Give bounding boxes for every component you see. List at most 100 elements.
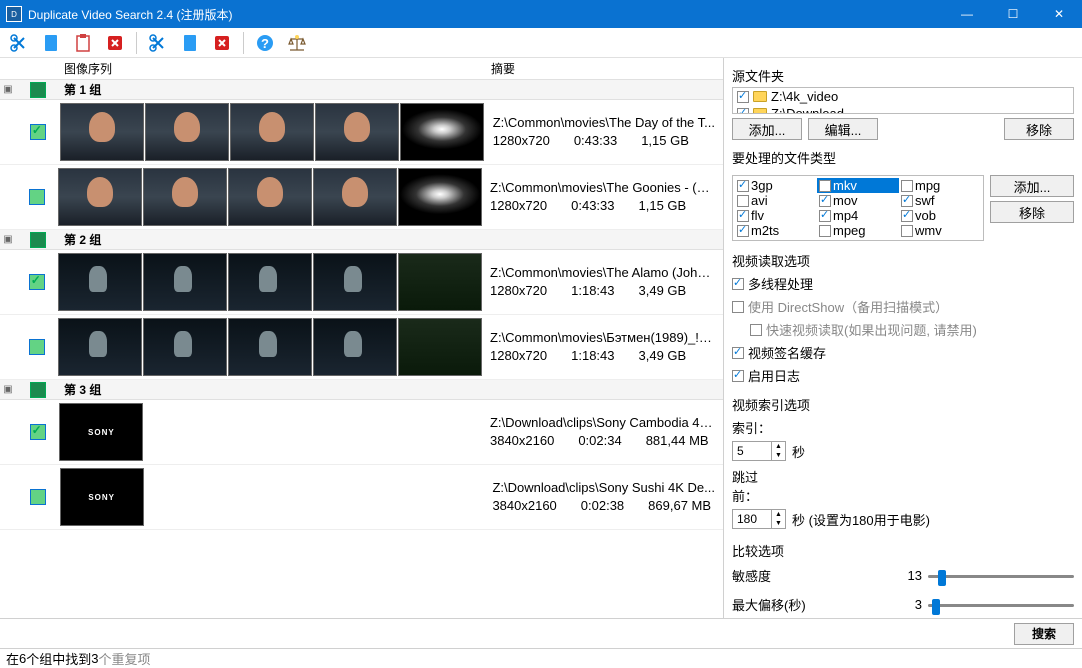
group-checkbox[interactable] xyxy=(30,82,46,98)
delete-icon[interactable] xyxy=(102,30,128,56)
result-row[interactable]: Z:\Common\movies\Бэтмен(1989)_!!!...1280… xyxy=(0,315,723,380)
item-checkbox[interactable] xyxy=(29,274,45,290)
fastread-checkbox xyxy=(750,324,762,336)
result-row[interactable]: SONYZ:\Download\clips\Sony Cambodia 4K .… xyxy=(0,400,723,465)
item-checkbox[interactable] xyxy=(29,189,45,205)
filetype-option[interactable]: mpeg xyxy=(817,223,899,238)
filetype-checkbox[interactable] xyxy=(819,225,831,237)
filetype-checkbox[interactable] xyxy=(819,195,831,207)
maximize-button[interactable]: ☐ xyxy=(990,0,1036,28)
collapse-icon[interactable]: ▣ xyxy=(0,84,16,95)
toolbar-separator xyxy=(136,32,137,54)
enablelog-checkbox[interactable] xyxy=(732,370,744,382)
thumbnails xyxy=(58,315,482,379)
filetype-option[interactable]: mkv xyxy=(817,178,899,193)
folders-list[interactable]: Z:\4k_videoZ:\DownloadZ:\Common\movies xyxy=(732,87,1074,114)
filetype-checkbox[interactable] xyxy=(901,225,913,237)
sigcache-checkbox[interactable] xyxy=(732,347,744,359)
result-row[interactable]: Z:\Common\movies\The Day of the T...1280… xyxy=(0,100,723,165)
filetype-option[interactable]: flv xyxy=(735,208,817,223)
multithread-checkbox[interactable] xyxy=(732,278,744,290)
filetype-option[interactable]: avi xyxy=(735,193,817,208)
item-summary: Z:\Download\clips\Sony Sushi 4K De...384… xyxy=(484,475,723,519)
clipboard-icon[interactable] xyxy=(70,30,96,56)
group-label: 第 1 组 xyxy=(60,81,101,98)
filetype-checkbox[interactable] xyxy=(737,195,749,207)
thumbnails xyxy=(58,250,482,314)
read-options-label: 视频读取选项 xyxy=(732,251,1074,270)
item-summary: Z:\Common\movies\The Day of the T...1280… xyxy=(485,110,723,154)
folder-checkbox[interactable] xyxy=(737,91,749,103)
filetype-option[interactable]: 3gp xyxy=(735,178,817,193)
filetype-checkbox[interactable] xyxy=(901,195,913,207)
minimize-button[interactable]: — xyxy=(944,0,990,28)
remove-type-button[interactable]: 移除 xyxy=(990,201,1074,223)
item-checkbox[interactable] xyxy=(30,424,46,440)
filetype-checkbox[interactable] xyxy=(737,180,749,192)
result-row[interactable]: Z:\Common\movies\The Goonies - (O...1280… xyxy=(0,165,723,230)
thumbnails xyxy=(58,165,482,229)
folder-icon xyxy=(753,108,767,114)
filetype-checkbox[interactable] xyxy=(737,210,749,222)
file-types-box[interactable]: 3gpmkvmpg avimovswf flvmp4vob m2tsmpegwmv xyxy=(732,175,984,241)
page-icon[interactable] xyxy=(38,30,64,56)
header-summary[interactable]: 摘要 xyxy=(487,58,723,79)
scissors-icon[interactable] xyxy=(6,30,32,56)
collapse-icon[interactable]: ▣ xyxy=(0,384,16,395)
item-checkbox[interactable] xyxy=(30,489,46,505)
filetype-checkbox[interactable] xyxy=(819,180,831,192)
balance-icon[interactable] xyxy=(284,30,310,56)
toolbar-separator xyxy=(243,32,244,54)
filetype-option[interactable]: mpg xyxy=(899,178,981,193)
index-spinner[interactable]: ▲▼ xyxy=(732,441,786,461)
collapse-icon[interactable]: ▣ xyxy=(0,234,16,245)
add-type-button[interactable]: 添加... xyxy=(990,175,1074,197)
index-options-label: 视频索引选项 xyxy=(732,395,1074,414)
thumbnails: SONY xyxy=(59,400,482,464)
titlebar: D Duplicate Video Search 2.4 (注册版本) — ☐ … xyxy=(0,0,1082,28)
bottom-bar: 搜索 xyxy=(0,618,1082,648)
item-summary: Z:\Common\movies\The Goonies - (O...1280… xyxy=(482,175,723,219)
scissors-icon-2[interactable] xyxy=(145,30,171,56)
result-row[interactable]: SONYZ:\Download\clips\Sony Sushi 4K De..… xyxy=(0,465,723,530)
filetype-checkbox[interactable] xyxy=(901,210,913,222)
header-sequence[interactable]: 图像序列 xyxy=(60,58,487,79)
filetype-option[interactable]: mp4 xyxy=(817,208,899,223)
item-summary: Z:\Common\movies\The Alamo (John...1280x… xyxy=(482,260,723,304)
filetype-option[interactable]: wmv xyxy=(899,223,981,238)
close-button[interactable]: ✕ xyxy=(1036,0,1082,28)
item-checkbox[interactable] xyxy=(30,124,46,140)
thumbnails: SONY xyxy=(60,465,485,529)
help-icon[interactable]: ? xyxy=(252,30,278,56)
filetype-option[interactable]: m2ts xyxy=(735,223,817,238)
toolbar: ? xyxy=(0,28,1082,58)
filetype-checkbox[interactable] xyxy=(901,180,913,192)
group-header[interactable]: ▣ 第 1 组 xyxy=(0,80,723,100)
status-bar: 在 6 个组中找到 3 个重复项 xyxy=(0,648,1082,668)
group-checkbox[interactable] xyxy=(30,382,46,398)
filetype-option[interactable]: mov xyxy=(817,193,899,208)
page-icon-2[interactable] xyxy=(177,30,203,56)
filetype-option[interactable]: swf xyxy=(899,193,981,208)
result-row[interactable]: Z:\Common\movies\The Alamo (John...1280x… xyxy=(0,250,723,315)
group-label: 第 2 组 xyxy=(60,231,101,248)
filetype-checkbox[interactable] xyxy=(819,210,831,222)
folder-item[interactable]: Z:\Download xyxy=(733,105,1073,114)
group-header[interactable]: ▣第 3 组 xyxy=(0,380,723,400)
item-checkbox[interactable] xyxy=(29,339,45,355)
group-checkbox[interactable] xyxy=(30,232,46,248)
remove-folder-button[interactable]: 移除 xyxy=(1004,118,1074,140)
maxoffset-slider[interactable] xyxy=(928,596,1074,614)
group-header[interactable]: ▣ 第 2 组 xyxy=(0,230,723,250)
add-folder-button[interactable]: 添加... xyxy=(732,118,802,140)
delete-icon-2[interactable] xyxy=(209,30,235,56)
skip-spinner[interactable]: ▲▼ xyxy=(732,509,786,529)
types-label: 要处理的文件类型 xyxy=(732,148,1074,167)
filetype-option[interactable]: vob xyxy=(899,208,981,223)
folder-checkbox[interactable] xyxy=(737,108,749,115)
edit-folder-button[interactable]: 编辑... xyxy=(808,118,878,140)
sensitivity-slider[interactable] xyxy=(928,567,1074,585)
filetype-checkbox[interactable] xyxy=(737,225,749,237)
search-button[interactable]: 搜索 xyxy=(1014,623,1074,645)
folder-item[interactable]: Z:\4k_video xyxy=(733,88,1073,105)
